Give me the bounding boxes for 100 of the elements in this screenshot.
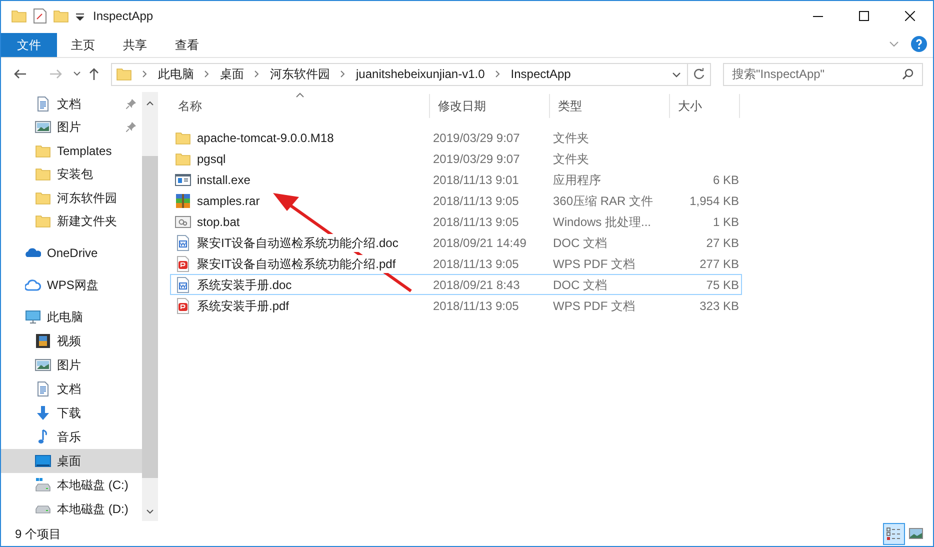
folder-icon: [35, 142, 51, 159]
ribbon-tab[interactable]: 共享: [109, 33, 161, 57]
sidebar-item[interactable]: 文档: [1, 92, 142, 116]
drive-icon: [35, 504, 51, 514]
computer-icon: [25, 309, 41, 325]
column-header[interactable]: 大小: [670, 94, 740, 118]
item-count: 9 个项目: [15, 526, 62, 542]
window-title: InspectApp: [93, 8, 154, 25]
up-arrow-icon[interactable]: [87, 67, 101, 81]
gear-window-icon: [175, 214, 191, 230]
file-name: 聚安IT设备自动巡检系统功能介绍.pdf: [197, 254, 396, 272]
file-row[interactable]: pgsql 2019/03/29 9:07 文件夹: [170, 148, 742, 169]
file-row[interactable]: samples.rar 2018/11/13 9:05 360压缩 RAR 文件 1,954 KB: [170, 190, 742, 211]
file-row[interactable]: stop.bat 2018/11/13 9:05 Windows 批处理... 1 KB: [170, 211, 742, 232]
breadcrumb-item[interactable]: InspectApp: [510, 65, 571, 83]
chevron-down-icon[interactable]: [73, 70, 81, 78]
refresh-icon[interactable]: [693, 68, 705, 80]
sidebar-item[interactable]: 河东软件园: [1, 186, 142, 210]
chevron-right-icon[interactable]: [142, 70, 148, 78]
pdf-document-icon: [175, 256, 191, 272]
breadcrumb-item[interactable]: 河东软件园: [270, 65, 330, 83]
sidebar-item[interactable]: 视频: [1, 329, 142, 353]
file-type: Windows 批处理...: [552, 214, 652, 230]
sidebar-label: 新建文件夹: [57, 213, 118, 230]
file-type: 应用程序: [552, 172, 602, 188]
chevron-right-icon[interactable]: [494, 70, 501, 78]
sidebar-label: WPS网盘: [47, 277, 100, 294]
help-icon[interactable]: [911, 36, 927, 52]
document-icon: [35, 96, 51, 112]
file-type: WPS PDF 文档: [552, 298, 636, 314]
scroll-up-icon[interactable]: [146, 100, 154, 106]
search-box[interactable]: 搜索"InspectApp": [723, 62, 923, 86]
file-row[interactable]: 聚安IT设备自动巡检系统功能介绍.pdf 2018/11/13 9:05 WPS PDF 文档 277 KB: [170, 253, 742, 274]
file-size: 277 KB: [700, 256, 739, 270]
sidebar-item[interactable]: 新建文件夹: [1, 210, 142, 233]
sidebar-item[interactable]: OneDrive: [1, 241, 142, 265]
folder-icon: [175, 150, 191, 166]
application-icon: [175, 172, 191, 188]
dropdown-icon[interactable]: [75, 11, 85, 21]
details-view-button[interactable]: [883, 522, 905, 544]
chevron-right-icon[interactable]: [340, 70, 346, 78]
file-row[interactable]: apache-tomcat-9.0.0.M18 2019/03/29 9:07 文件夹: [170, 127, 742, 148]
file-size: 6 KB: [712, 172, 739, 186]
modified-date: 2018/11/13 9:01: [432, 172, 520, 188]
sidebar-item[interactable]: 下载: [1, 401, 142, 425]
close-icon: [905, 11, 915, 21]
details-list-icon: [886, 526, 902, 540]
modified-date: 2018/09/21 14:49: [432, 234, 528, 252]
folder-icon: [53, 8, 69, 24]
file-row[interactable]: 系统安装手册.pdf 2018/11/13 9:05 WPS PDF 文档 323 KB: [170, 295, 742, 316]
document-icon: [35, 381, 51, 397]
breadcrumb-item[interactable]: 此电脑: [158, 65, 194, 83]
scroll-down-icon[interactable]: [146, 509, 154, 515]
pdf-document-icon: [175, 298, 191, 314]
ribbon-tab[interactable]: 主页: [57, 33, 109, 57]
chevron-right-icon[interactable]: [204, 70, 210, 78]
sidebar-item[interactable]: 文档: [1, 377, 142, 401]
column-header[interactable]: 修改日期: [430, 94, 550, 118]
sidebar-item[interactable]: 安装包: [1, 162, 142, 186]
column-header[interactable]: 类型: [550, 94, 670, 118]
sidebar-item[interactable]: 本地磁盘 (C:): [1, 473, 142, 497]
archive-icon: [175, 192, 191, 208]
breadcrumb-item[interactable]: juanitshebeixunjian-v1.0: [356, 65, 485, 83]
folder-icon: [11, 8, 27, 24]
file-size: 1 KB: [712, 214, 739, 228]
sidebar-label: Templates: [57, 142, 113, 160]
sidebar-item[interactable]: 本地磁盘 (D:): [1, 497, 142, 521]
file-tab[interactable]: 文件: [1, 33, 57, 57]
drive-icon: [35, 477, 51, 493]
file-name: 聚安IT设备自动巡检系统功能介绍.doc: [197, 234, 398, 252]
back-arrow-icon[interactable]: [13, 67, 27, 81]
sidebar-item[interactable]: 音乐: [1, 425, 142, 449]
search-icon: [902, 68, 914, 80]
image-icon: [909, 528, 923, 539]
chevron-down-icon[interactable]: [672, 70, 681, 78]
file-row[interactable]: install.exe 2018/11/13 9:01 应用程序 6 KB: [170, 169, 742, 190]
column-header[interactable]: 名称: [170, 94, 430, 118]
file-size: 323 KB: [700, 298, 739, 312]
file-type: 文件夹: [552, 150, 590, 168]
ribbon-tab[interactable]: 查看: [161, 33, 213, 57]
file-size: 75 KB: [706, 278, 739, 292]
file-row[interactable]: 聚安IT设备自动巡检系统功能介绍.doc 2018/09/21 14:49 DOC 文档 27 KB: [170, 232, 742, 253]
sidebar-item[interactable]: WPS网盘: [1, 273, 142, 297]
sidebar-item[interactable]: 图片: [1, 116, 142, 139]
sidebar-label: 河东软件园: [57, 190, 118, 207]
address-field[interactable]: 此电脑 桌面 河东软件园 juanitshebeixunjian-v1.0 InspectApp: [111, 62, 711, 86]
file-row[interactable]: 系统安装手册.doc 2018/09/21 8:43 DOC 文档 75 KB: [170, 274, 742, 295]
sidebar-item[interactable]: 此电脑: [1, 305, 142, 329]
file-size: 1,954 KB: [690, 194, 739, 208]
breadcrumb-item[interactable]: 桌面: [220, 65, 244, 83]
sidebar-item[interactable]: 图片: [1, 353, 142, 377]
image-icon: [35, 119, 51, 136]
scrollbar[interactable]: [142, 92, 158, 521]
search-field[interactable]: 搜索"InspectApp": [732, 65, 902, 83]
sidebar-item[interactable]: Templates: [1, 139, 142, 162]
chevron-right-icon[interactable]: [254, 70, 260, 78]
properties-icon[interactable]: [33, 8, 47, 24]
word-document-icon: [175, 276, 191, 292]
folder-icon: [35, 166, 51, 182]
sidebar-item[interactable]: 桌面: [1, 449, 142, 473]
